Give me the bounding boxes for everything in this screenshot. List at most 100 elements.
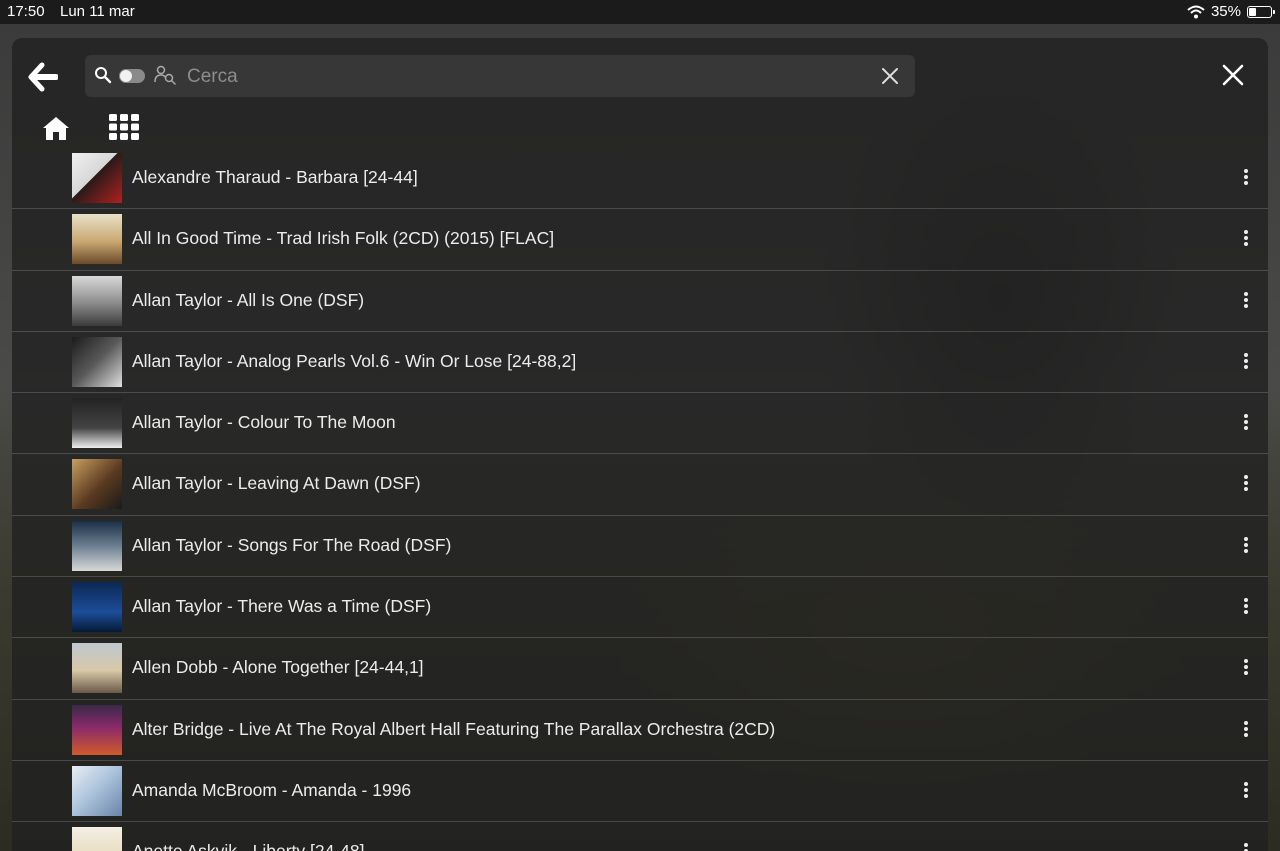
- album-row[interactable]: Allan Taylor - Analog Pearls Vol.6 - Win…: [12, 332, 1268, 394]
- more-options-icon[interactable]: [1241, 536, 1251, 557]
- dot: [1244, 732, 1248, 737]
- album-list: Alexandre Tharaud - Barbara [24-44] All I…: [12, 148, 1268, 851]
- album-title: Allan Taylor - Songs For The Road (DSF): [132, 534, 452, 555]
- album-row[interactable]: Allan Taylor - Songs For The Road (DSF): [12, 516, 1268, 578]
- battery-fill: [1249, 7, 1256, 16]
- dot: [1244, 242, 1248, 247]
- album-title: Amanda McBroom - Amanda - 1996: [132, 779, 412, 800]
- more-options-icon[interactable]: [1241, 230, 1251, 250]
- home-button[interactable]: [42, 115, 70, 146]
- dot: [1244, 793, 1248, 798]
- more-options-icon[interactable]: [1241, 475, 1251, 495]
- album-cover: [72, 643, 122, 694]
- dot: [1244, 542, 1248, 547]
- home-icon: [43, 117, 69, 140]
- more-options-icon[interactable]: [1241, 843, 1251, 851]
- dot: [1244, 420, 1248, 425]
- album-title: Allan Taylor - Colour To The Moon: [132, 412, 396, 433]
- more-options-icon[interactable]: [1241, 720, 1251, 741]
- dot: [1244, 414, 1248, 419]
- album-title: Anette Askvik - Liberty [24-48]: [132, 841, 364, 851]
- album-cover: [72, 275, 122, 326]
- more-options-icon[interactable]: [1241, 414, 1251, 434]
- album-row[interactable]: Alexandre Tharaud - Barbara [24-44]: [12, 148, 1268, 210]
- album-row[interactable]: Allen Dobb - Alone Together [24-44,1]: [12, 638, 1268, 700]
- status-time: 17:50: [7, 3, 45, 20]
- dot: [1244, 230, 1248, 235]
- dot: [1244, 720, 1248, 725]
- more-options-icon[interactable]: [1241, 169, 1251, 189]
- clear-search-button[interactable]: [881, 67, 899, 90]
- people-search-icon[interactable]: [154, 65, 176, 90]
- album-row[interactable]: Allan Taylor - Leaving At Dawn (DSF): [12, 454, 1268, 516]
- album-cover: [72, 704, 122, 755]
- status-date: Lun 11 mar: [60, 3, 135, 20]
- more-options-icon[interactable]: [1241, 659, 1251, 679]
- album-row[interactable]: Alter Bridge - Live At The Royal Albert …: [12, 700, 1268, 761]
- battery-percent: 35%: [1210, 3, 1241, 20]
- dot: [1244, 548, 1248, 553]
- close-icon: [1222, 64, 1244, 86]
- search-bar: [85, 55, 915, 97]
- album-row[interactable]: Allan Taylor - There Was a Time (DSF): [12, 577, 1268, 639]
- search-input[interactable]: [185, 61, 869, 93]
- album-row[interactable]: Amanda McBroom - Amanda - 1996: [12, 761, 1268, 823]
- arrow-left-icon: [28, 62, 59, 92]
- grid-icon: [109, 114, 139, 140]
- album-cover: [72, 827, 122, 851]
- toggle-knob: [120, 70, 132, 82]
- album-row[interactable]: Allan Taylor - Colour To The Moon: [12, 393, 1268, 455]
- album-row[interactable]: Anette Askvik - Liberty [24-48]: [12, 822, 1268, 851]
- dot: [1244, 169, 1248, 173]
- dot: [1244, 604, 1248, 609]
- dot: [1244, 671, 1248, 676]
- clear-icon: [882, 68, 898, 84]
- more-options-icon[interactable]: [1241, 352, 1251, 373]
- dot: [1244, 610, 1248, 615]
- dot: [1244, 665, 1248, 670]
- dot: [1244, 426, 1248, 431]
- status-bar: 17:50 Lun 11 mar 35%: [0, 0, 1280, 24]
- more-options-icon[interactable]: [1241, 598, 1251, 618]
- dot: [1244, 659, 1248, 664]
- search-mode-toggle[interactable]: [119, 69, 145, 83]
- album-row[interactable]: All In Good Time - Trad Irish Folk (2CD)…: [12, 209, 1268, 271]
- dot: [1244, 536, 1248, 541]
- search-icon[interactable]: [94, 66, 112, 89]
- album-cover: [72, 582, 122, 633]
- status-right: 35%: [1187, 3, 1275, 20]
- album-cover: [72, 214, 122, 265]
- more-options-icon[interactable]: [1241, 291, 1251, 312]
- dot: [1244, 481, 1248, 486]
- album-cover: [72, 398, 122, 449]
- album-row[interactable]: Allan Taylor - All Is One (DSF): [12, 271, 1268, 332]
- album-title: Allan Taylor - Analog Pearls Vol.6 - Win…: [132, 350, 577, 371]
- album-cover: [72, 153, 122, 203]
- album-title: Allan Taylor - All Is One (DSF): [132, 289, 365, 310]
- dot: [1244, 358, 1248, 363]
- wifi-icon: [1187, 5, 1205, 19]
- dot: [1244, 364, 1248, 369]
- battery-icon: [1247, 5, 1275, 18]
- dot: [1244, 787, 1248, 792]
- album-title: Alexandre Tharaud - Barbara [24-44]: [132, 167, 418, 187]
- dot: [1244, 297, 1248, 302]
- dot: [1244, 352, 1248, 357]
- album-cover: [72, 520, 122, 571]
- dot: [1244, 598, 1248, 603]
- more-options-icon[interactable]: [1241, 781, 1251, 802]
- dot: [1244, 175, 1248, 179]
- album-cover: [72, 336, 122, 387]
- grid-button[interactable]: [108, 113, 140, 146]
- album-title: Allen Dobb - Alone Together [24-44,1]: [132, 657, 424, 678]
- dot: [1244, 475, 1248, 480]
- dot: [1244, 181, 1248, 185]
- dot: [1244, 236, 1248, 241]
- back-button[interactable]: [28, 62, 59, 92]
- dot: [1244, 781, 1248, 786]
- close-button[interactable]: [1222, 64, 1244, 91]
- dot: [1244, 726, 1248, 731]
- dot: [1244, 843, 1248, 848]
- dot: [1244, 291, 1248, 296]
- album-title: Alter Bridge - Live At The Royal Albert …: [132, 718, 776, 739]
